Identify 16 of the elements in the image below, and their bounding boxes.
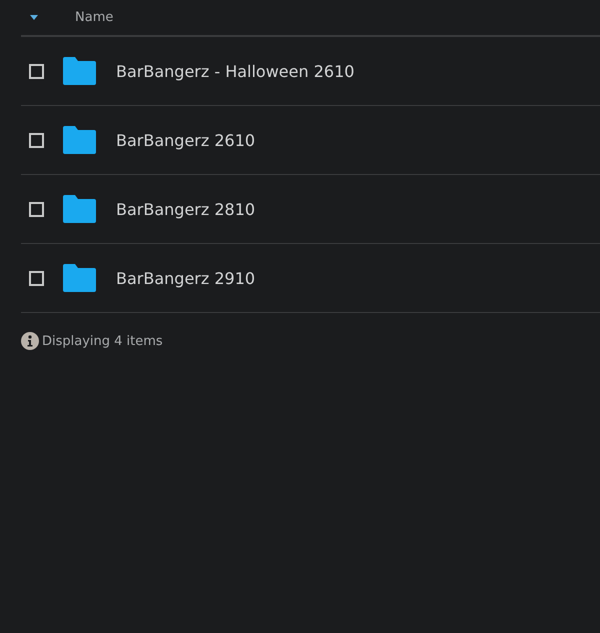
folder-name[interactable]: BarBangerz - Halloween 2610 [116,62,354,80]
sort-caret-icon[interactable] [30,15,38,20]
folder-name[interactable]: BarBangerz 2810 [116,200,256,218]
checkbox[interactable] [29,270,44,286]
folder-icon [63,195,96,223]
column-header[interactable]: Name [75,10,114,25]
folder-icon [63,126,96,154]
checkbox[interactable] [29,64,44,78]
checkbox[interactable] [29,132,44,148]
info-icon [21,332,39,350]
folder-icon [63,264,96,292]
folder-icon [63,57,96,85]
item-count-text: Displaying 4 items [42,334,163,348]
folder-name[interactable]: BarBangerz 2910 [116,268,256,288]
checkbox[interactable] [29,202,44,216]
folder-name[interactable]: BarBangerz 2610 [116,130,256,150]
